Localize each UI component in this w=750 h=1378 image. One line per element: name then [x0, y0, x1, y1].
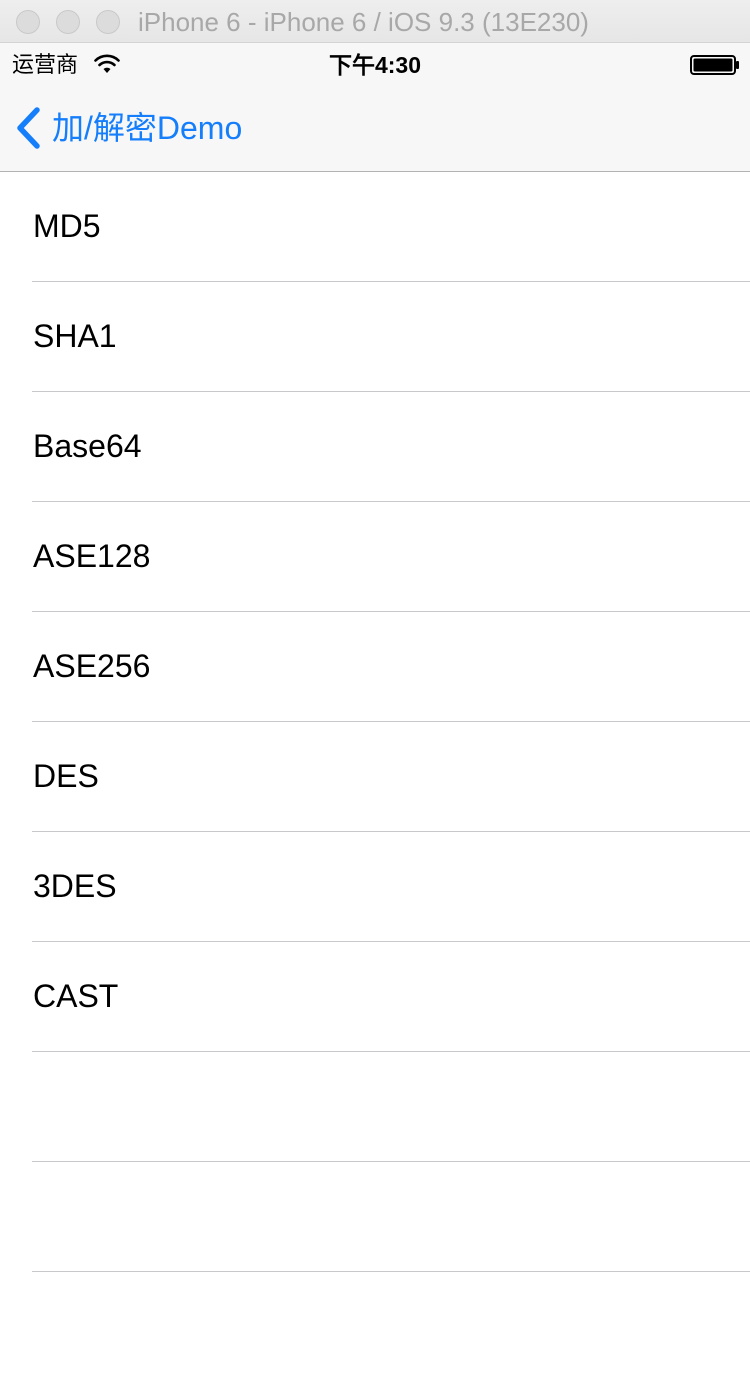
table-row-sha1[interactable]: SHA1 — [0, 282, 750, 392]
table-row-ase128[interactable]: ASE128 — [0, 502, 750, 612]
row-label: 3DES — [33, 868, 117, 904]
table-row-md5[interactable]: MD5 — [0, 172, 750, 282]
algorithm-table: MD5 SHA1 Base64 ASE128 ASE256 DES 3DES C… — [0, 172, 750, 1272]
simulator-title-bar: iPhone 6 - iPhone 6 / iOS 9.3 (13E230) — [0, 0, 750, 43]
back-button[interactable]: 加/解密Demo — [14, 105, 242, 151]
table-row-des[interactable]: DES — [0, 722, 750, 832]
row-label: ASE256 — [33, 648, 151, 684]
row-label: Base64 — [33, 428, 142, 464]
minimize-window-button[interactable] — [56, 10, 80, 34]
row-label: DES — [33, 758, 99, 794]
row-label: CAST — [33, 978, 119, 1014]
row-label: ASE128 — [33, 538, 151, 574]
chevron-left-icon — [17, 107, 40, 149]
row-separator — [32, 1271, 750, 1272]
status-time: 下午4:30 — [328, 52, 422, 78]
close-window-button[interactable] — [16, 10, 40, 34]
table-row-cast[interactable]: CAST — [0, 942, 750, 1052]
status-bar: 运营商 下午4:30 — [0, 43, 750, 85]
back-button-label: 加/解密Demo — [52, 110, 243, 146]
table-row-empty — [0, 1162, 750, 1272]
table-row-empty — [0, 1052, 750, 1162]
table-row-base64[interactable]: Base64 — [0, 392, 750, 502]
table-row-3des[interactable]: 3DES — [0, 832, 750, 942]
battery-icon — [690, 55, 739, 75]
navigation-bar: 加/解密Demo — [0, 85, 750, 172]
table-row-ase256[interactable]: ASE256 — [0, 612, 750, 722]
row-label: SHA1 — [33, 318, 117, 354]
zoom-window-button[interactable] — [96, 10, 120, 34]
row-label: MD5 — [33, 208, 101, 244]
simulator-screen: iPhone 6 - iPhone 6 / iOS 9.3 (13E230) 运… — [0, 0, 750, 1378]
window-title: iPhone 6 - iPhone 6 / iOS 9.3 (13E230) — [138, 7, 589, 37]
